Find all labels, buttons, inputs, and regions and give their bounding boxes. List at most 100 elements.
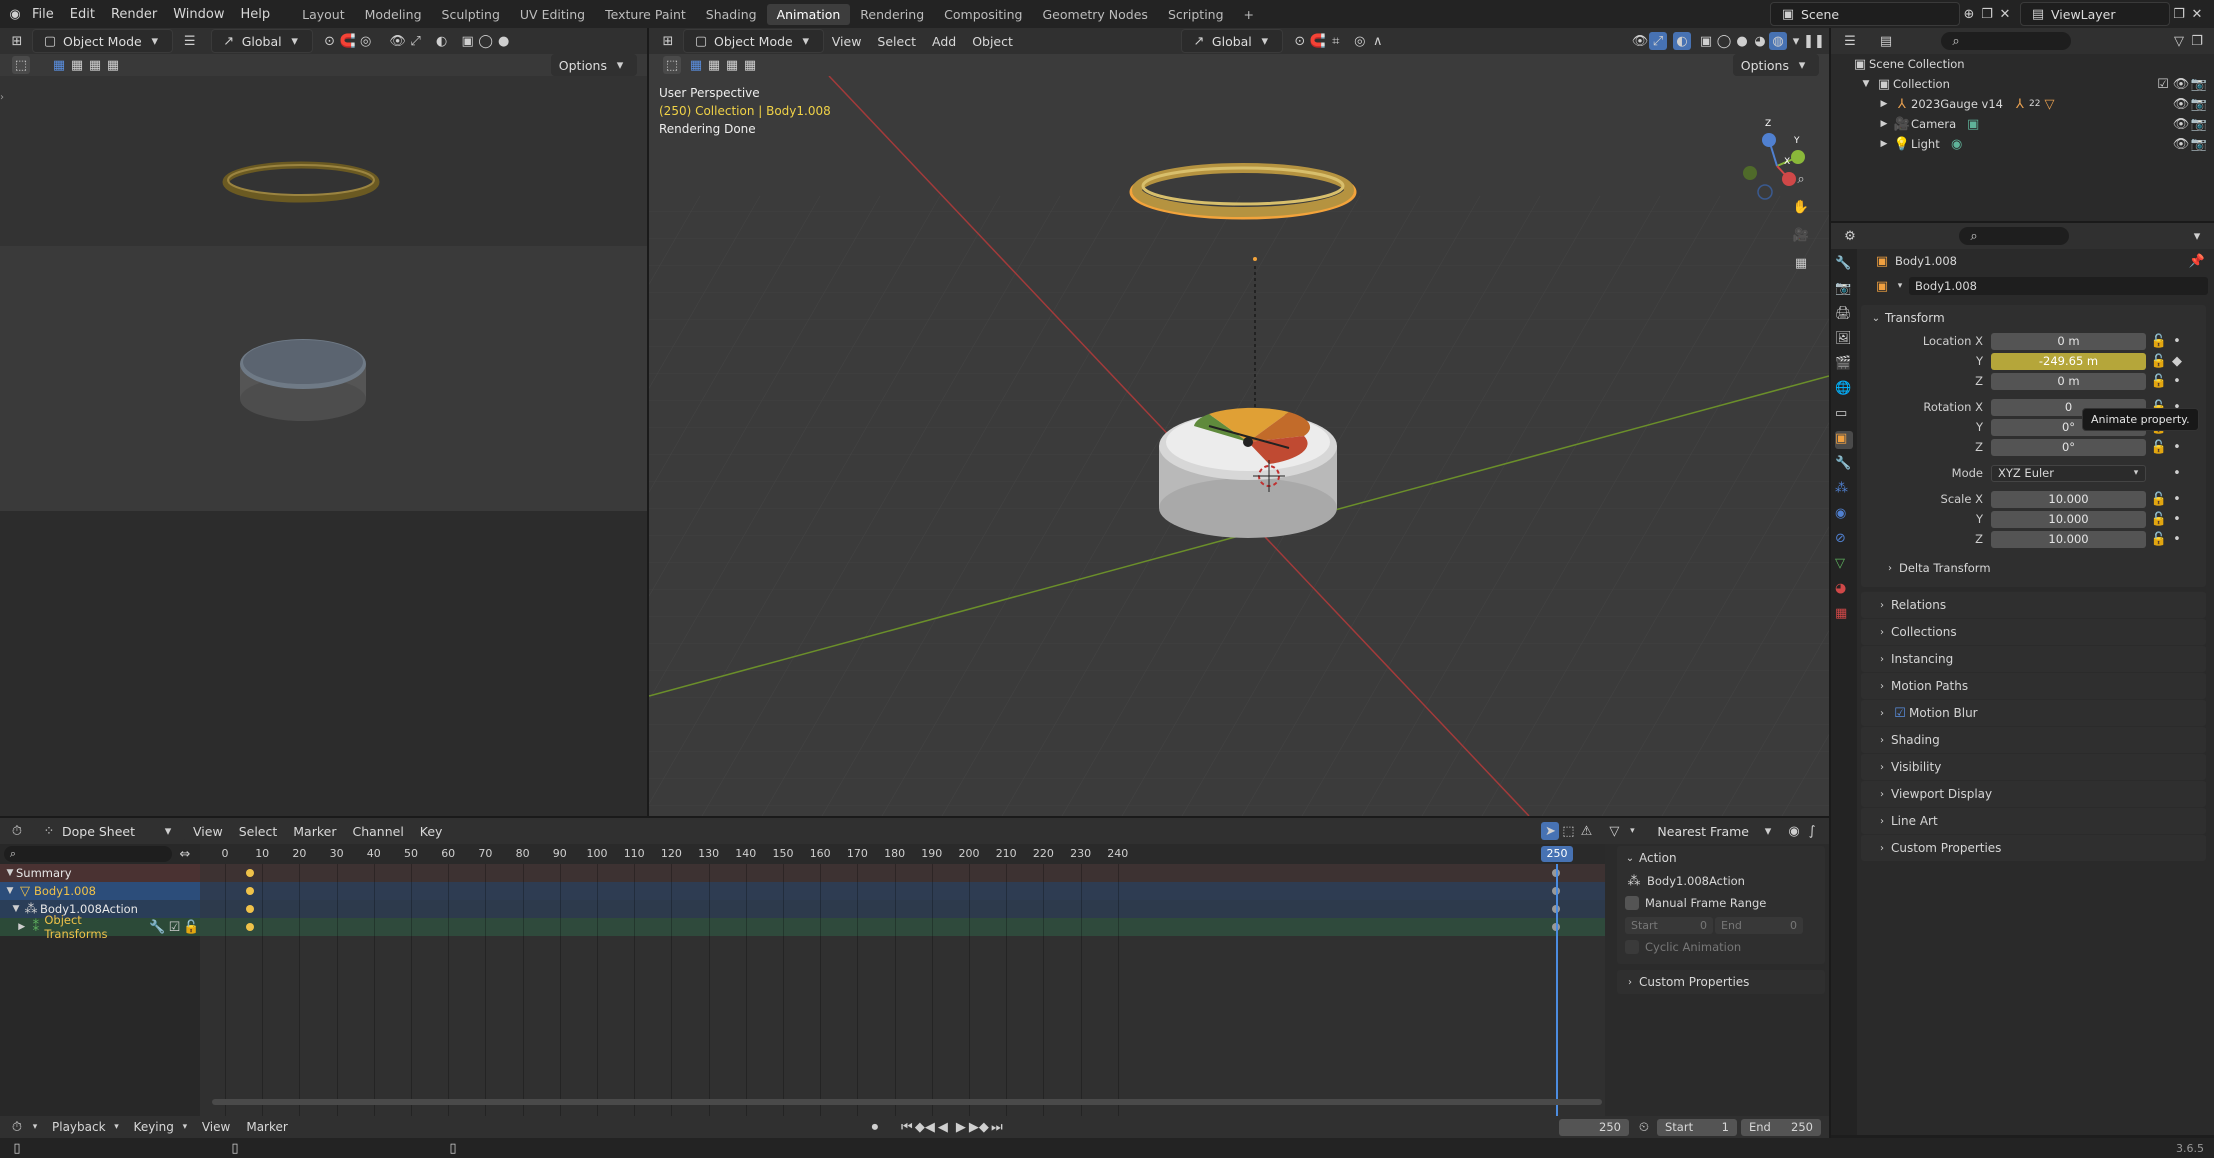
viewport-menu-object[interactable]: Object xyxy=(964,34,1021,49)
playhead-line[interactable] xyxy=(1556,864,1558,1116)
select-box-icon[interactable]: ▦ xyxy=(687,56,705,74)
material-shading-icon[interactable]: ◕ xyxy=(1751,32,1769,50)
camera-render-icon[interactable]: 📷 xyxy=(2190,115,2208,133)
xray-icon[interactable]: ▣ xyxy=(1697,32,1715,50)
action-panel-header[interactable]: ⌄ Action xyxy=(1617,846,1825,870)
pan-hand-icon[interactable]: ✋ xyxy=(1792,198,1810,216)
left-viewport[interactable]: ⊞ ▢ Object Mode ▾ ☰ ↗ Global ▾ ⊙ 🧲 ◎ 👁 ⤢… xyxy=(0,28,647,816)
chevron-down-icon[interactable]: ▾ xyxy=(26,1118,44,1136)
dopesheet-menu-channel[interactable]: Channel xyxy=(344,824,411,839)
object-datablock-icon[interactable]: ▣ xyxy=(1873,277,1891,295)
dopesheet-menu-select[interactable]: Select xyxy=(231,824,286,839)
overlay-toggle-icon[interactable]: ◐ xyxy=(1673,32,1691,50)
dopesheet-menu-marker[interactable]: Marker xyxy=(285,824,344,839)
lock-icon[interactable]: 🔓 xyxy=(2150,332,2168,350)
visibility-panel[interactable]: › Visibility xyxy=(1861,753,2206,780)
location-y-field[interactable]: -249.65 m xyxy=(1991,352,2146,370)
tab-animation[interactable]: Animation xyxy=(766,3,851,25)
start-frame-field[interactable]: Start 0 xyxy=(1625,916,1713,934)
solid-shading-icon[interactable]: ● xyxy=(495,32,513,50)
expand-icon[interactable]: ▶ xyxy=(1875,115,1893,133)
filter-icon[interactable]: ▽ xyxy=(2170,32,2188,50)
eye-icon[interactable]: 👁 xyxy=(2172,75,2190,93)
main-viewport[interactable]: ⊞ ▢ Object Mode ▾ View Select Add Object… xyxy=(649,28,1829,816)
motion-blur-panel[interactable]: › ☑ Motion Blur xyxy=(1861,699,2206,726)
pin-icon[interactable]: 📌 xyxy=(2188,252,2206,270)
visibility-icon[interactable]: 👁 xyxy=(389,32,407,50)
checkbox-icon[interactable] xyxy=(1625,940,1639,954)
select-intersect-icon[interactable]: ▦ xyxy=(741,56,759,74)
editor-type-icon[interactable]: ⏱ xyxy=(8,822,26,840)
location-x-field[interactable]: 0 m xyxy=(1991,332,2146,350)
channel-search-input[interactable]: ⌕ xyxy=(4,846,172,862)
jump-end-icon[interactable]: ⏭ xyxy=(988,1118,1006,1136)
shading-panel[interactable]: › Shading xyxy=(1861,726,2206,753)
hamburger-icon[interactable]: ☰ xyxy=(181,32,199,50)
end-field[interactable]: End 250 xyxy=(1741,1118,1821,1136)
checkbox-icon[interactable]: ☑ xyxy=(1891,704,1909,722)
chevron-down-icon[interactable]: ▾ xyxy=(1891,277,1909,295)
ortho-grid-icon[interactable]: ▦ xyxy=(1792,254,1810,272)
modifier-tab-icon[interactable]: 🔧 xyxy=(1835,456,1853,474)
tab-layout[interactable]: Layout xyxy=(292,4,355,25)
lock-icon[interactable]: 🔓 xyxy=(2150,438,2168,456)
falloff-icon[interactable]: ∫ xyxy=(1803,822,1821,840)
wrench-icon[interactable]: 🔧 xyxy=(149,918,166,936)
expand-icon[interactable]: ▼ xyxy=(1857,75,1875,93)
left-mode-dropdown[interactable]: ▢ Object Mode ▾ xyxy=(32,29,173,53)
collection-tab-icon[interactable]: ▭ xyxy=(1835,406,1853,424)
relations-panel[interactable]: › Relations xyxy=(1861,591,2206,618)
transform-panel-header[interactable]: ⌄ Transform xyxy=(1861,305,2206,331)
channel-object-transforms[interactable]: ▶ ⁑ Object Transforms 🔧 ☑ 🔓 xyxy=(0,913,200,941)
select-subtract-icon[interactable]: ▦ xyxy=(86,56,104,74)
keyframe-dot-icon[interactable]: • xyxy=(2168,490,2186,508)
chevron-right-icon[interactable]: ▶ xyxy=(16,918,27,936)
action-custom-properties-panel[interactable]: › Custom Properties xyxy=(1617,970,1825,994)
only-selected-icon[interactable]: ➤ xyxy=(1541,822,1560,840)
viewport-menu-select[interactable]: Select xyxy=(869,34,924,49)
add-workspace-button[interactable]: + xyxy=(1234,4,1264,25)
scale-x-field[interactable]: 10.000 xyxy=(1991,490,2146,508)
checkbox-icon[interactable]: ☑ xyxy=(166,918,183,936)
proportional-edit-icon[interactable]: ◉ xyxy=(1785,822,1803,840)
only-errors-icon[interactable]: ⚠ xyxy=(1577,822,1595,840)
scene-tab-icon[interactable]: 🎬 xyxy=(1835,356,1853,374)
pin-icon[interactable]: ⊕ xyxy=(1960,5,1978,23)
swap-icon[interactable]: ⇔ xyxy=(176,845,194,863)
show-hidden-icon[interactable]: ⬚ xyxy=(1559,822,1577,840)
chevron-down-icon[interactable]: ▼ xyxy=(4,864,16,882)
select-intersect-icon[interactable]: ▦ xyxy=(104,56,122,74)
overlay-icon[interactable]: ◐ xyxy=(433,32,451,50)
solid-shading-icon[interactable]: ● xyxy=(1733,32,1751,50)
lock-icon[interactable]: 🔓 xyxy=(2150,510,2168,528)
outliner-item-camera[interactable]: ▶ 🎥 Camera ▣ 👁 📷 xyxy=(1831,114,2214,134)
dopesheet-menu-key[interactable]: Key xyxy=(412,824,451,839)
tab-scripting[interactable]: Scripting xyxy=(1158,4,1234,25)
wireframe-shading-icon[interactable]: ◯ xyxy=(477,32,495,50)
tab-modeling[interactable]: Modeling xyxy=(355,4,432,25)
viewport-display-panel[interactable]: › Viewport Display xyxy=(1861,780,2206,807)
tab-texture-paint[interactable]: Texture Paint xyxy=(595,4,696,25)
select-extend-icon[interactable]: ▦ xyxy=(68,56,86,74)
properties-search[interactable]: ⌕ xyxy=(1959,227,2069,245)
keyframe-dot-icon[interactable]: • xyxy=(2168,332,2186,350)
world-tab-icon[interactable]: 🌐 xyxy=(1835,381,1853,399)
proportional-icon[interactable]: ◎ xyxy=(357,32,375,50)
data-tab-icon[interactable]: ▽ xyxy=(1835,556,1853,574)
snap-target-icon[interactable]: ⌗ xyxy=(1327,32,1345,50)
select-subtract-icon[interactable]: ▦ xyxy=(723,56,741,74)
delta-transform-subpanel[interactable]: › Delta Transform xyxy=(1861,555,2206,581)
checkbox-icon[interactable]: ☑ xyxy=(2154,75,2172,93)
keyframe-dot-icon[interactable]: • xyxy=(2168,530,2186,548)
object-tab-icon[interactable]: ▣ xyxy=(1835,431,1853,449)
view-layer-tab-icon[interactable]: 🖼 xyxy=(1835,331,1853,349)
keyframe-transforms-start[interactable] xyxy=(246,923,254,931)
dope-sheet-mode-dropdown[interactable]: ⁘ Dope Sheet ▾ xyxy=(32,820,186,842)
rotation-z-field[interactable]: 0° xyxy=(1991,438,2146,456)
object-name-field[interactable]: Body1.008 xyxy=(1909,277,2208,295)
camera-render-icon[interactable]: 📷 xyxy=(2190,135,2208,153)
gizmo-axis-y-label[interactable]: Y xyxy=(1794,136,1800,146)
scale-z-field[interactable]: 10.000 xyxy=(1991,530,2146,548)
viewport-canvas[interactable] xyxy=(649,76,1829,816)
keyframe-object-start[interactable] xyxy=(246,887,254,895)
